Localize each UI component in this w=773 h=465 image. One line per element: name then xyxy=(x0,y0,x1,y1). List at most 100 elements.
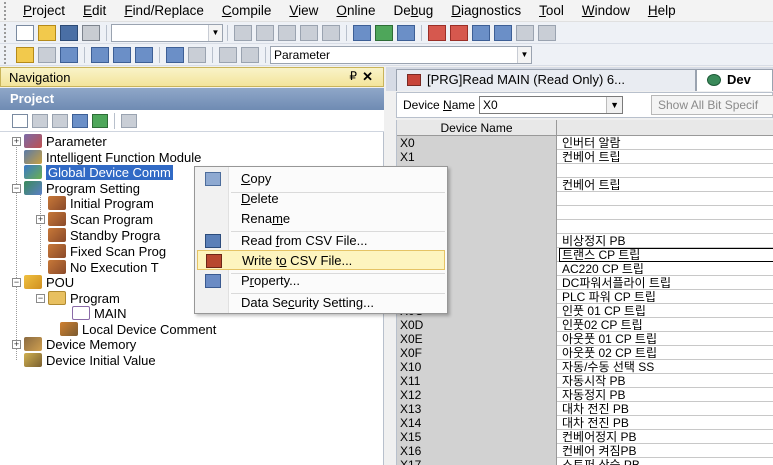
table-row[interactable]: X1 컨베어 트립 xyxy=(397,150,773,164)
tree-item-standby-program[interactable]: Standby Progra xyxy=(48,227,160,243)
comment-cell[interactable]: 인버터 알람 xyxy=(559,136,773,150)
tree-item-initial-program[interactable]: Initial Program xyxy=(48,195,154,211)
device-name-cell[interactable]: X1 xyxy=(397,150,557,164)
comment-cell[interactable]: DC파워서플라이 트립 xyxy=(559,276,773,290)
chevron-down-icon[interactable]: ▼ xyxy=(606,97,623,113)
menu-diagnostics[interactable]: Diagnostics xyxy=(442,0,530,22)
table-row[interactable]: X4 xyxy=(397,192,773,206)
chevron-down-icon[interactable]: ▼ xyxy=(517,46,531,63)
menu-item-rename[interactable]: Rename xyxy=(197,209,445,229)
column-header-device-name[interactable]: Device Name xyxy=(397,120,557,136)
menu-compile[interactable]: Compile xyxy=(213,0,281,22)
collapse-icon[interactable]: − xyxy=(12,183,21,193)
paste-data-icon[interactable] xyxy=(52,113,68,128)
tree-item-global-device-comment[interactable]: Global Device Comm xyxy=(24,164,173,180)
output-window-icon[interactable] xyxy=(60,46,78,63)
tree-item-program-setting[interactable]: − Program Setting xyxy=(12,180,140,196)
navigation-toggle-icon[interactable] xyxy=(16,46,34,63)
collapse-icon[interactable]: − xyxy=(12,277,21,287)
menu-debug[interactable]: Debug xyxy=(384,0,442,22)
pin-icon[interactable]: ₽ xyxy=(349,69,357,83)
comment-cell[interactable]: 비상정지 PB xyxy=(559,234,773,248)
table-row[interactable]: X0BPLC 파워 CP 트립 xyxy=(397,290,773,304)
new-file-icon[interactable] xyxy=(16,24,34,41)
comment-cell[interactable]: 대차 전진 PB xyxy=(559,416,773,430)
toolbar-combo[interactable]: ▼ xyxy=(111,23,223,42)
menu-help[interactable]: Help xyxy=(639,0,685,22)
table-row[interactable]: X13 대차 전진 PB xyxy=(397,402,773,416)
device-name-combo[interactable]: X0 ▼ xyxy=(479,96,624,114)
menu-view[interactable]: View xyxy=(280,0,327,22)
show-all-bit-specified-button[interactable]: Show All Bit Specif xyxy=(651,95,773,115)
tab-read-main[interactable]: [PRG]Read MAIN (Read Only) 6... xyxy=(396,69,696,91)
table-row[interactable]: X0F 아웃풋 02 CP 트립 xyxy=(397,346,773,360)
monitor-start-icon[interactable] xyxy=(428,24,446,41)
comment-cell[interactable] xyxy=(559,206,773,220)
comment-cell[interactable] xyxy=(559,192,773,206)
table-row[interactable]: X0D 인풋02 CP 트립 xyxy=(397,318,773,332)
search-combo[interactable]: Parameter ▼ xyxy=(270,45,532,64)
table-row[interactable]: X6 xyxy=(397,220,773,234)
tree-item-local-device-comment[interactable]: Local Device Comment xyxy=(60,321,216,337)
undo-icon[interactable] xyxy=(300,24,318,41)
table-row[interactable]: X0E 아웃풋 01 CP 트립 xyxy=(397,332,773,346)
refresh-icon[interactable] xyxy=(92,113,108,128)
copy-icon[interactable] xyxy=(256,24,274,41)
comment-cell[interactable]: PLC 파워 CP 트립 xyxy=(559,290,773,304)
menu-window[interactable]: Window xyxy=(573,0,639,22)
comment-cell[interactable]: 컨베어정지 PB xyxy=(559,430,773,444)
device-name-cell[interactable]: X0 xyxy=(397,136,557,150)
device-name-cell[interactable]: X10 xyxy=(397,360,557,374)
table-row[interactable]: X17 스토퍼 상승 PB xyxy=(397,458,773,465)
device-name-cell[interactable]: X13 xyxy=(397,402,557,416)
column-header-comment[interactable] xyxy=(557,120,773,136)
menu-item-data-security-setting[interactable]: Data Security Setting... xyxy=(197,293,445,313)
comment-cell[interactable]: 스토퍼 상승 PB xyxy=(559,458,773,465)
tab-device-comment[interactable]: Dev xyxy=(696,69,773,91)
menu-item-property[interactable]: Property... xyxy=(197,271,445,291)
device-name-cell[interactable]: X12 xyxy=(397,388,557,402)
table-row[interactable]: X7비상정지 PB xyxy=(397,234,773,248)
comment-cell[interactable]: 인풋02 CP 트립 xyxy=(559,318,773,332)
device-name-cell[interactable]: X11 xyxy=(397,374,557,388)
write-plc-icon[interactable] xyxy=(494,24,512,41)
table-row[interactable]: X3컨베어 트립 xyxy=(397,178,773,192)
read-plc-icon[interactable] xyxy=(472,24,490,41)
comment-cell[interactable]: 컨베어 트립 xyxy=(559,150,773,164)
menu-edit[interactable]: Edit xyxy=(74,0,115,22)
expand-icon[interactable]: + xyxy=(12,339,21,349)
device-name-cell[interactable]: X17 xyxy=(397,458,557,465)
open-folder-icon[interactable] xyxy=(38,24,56,41)
device-name-cell[interactable]: X0D xyxy=(397,318,557,332)
device-verify-icon[interactable] xyxy=(397,24,415,41)
save-icon[interactable] xyxy=(60,24,78,41)
tree-item-no-execution-type[interactable]: No Execution T xyxy=(48,259,159,275)
comment-cell[interactable]: 자동/수동 선택 SS xyxy=(559,360,773,374)
dev-icon-2[interactable] xyxy=(113,46,131,63)
comment-cell[interactable]: 인풋 01 CP 트립 xyxy=(559,304,773,318)
table-row[interactable]: X16 컨베어 켜짐PB xyxy=(397,444,773,458)
table-row[interactable]: X5 xyxy=(397,206,773,220)
filter-dropdown-icon[interactable] xyxy=(121,113,137,128)
tree-item-fixed-scan-program[interactable]: Fixed Scan Prog xyxy=(48,243,166,259)
element-selection-icon[interactable] xyxy=(38,46,56,63)
comment-cell[interactable]: 트랜스 CP 트립 xyxy=(559,248,773,262)
expand-icon[interactable]: + xyxy=(12,136,21,146)
close-icon[interactable]: ✕ xyxy=(362,69,373,85)
comment-cell[interactable]: 대차 전진 PB xyxy=(559,402,773,416)
comment-cell[interactable] xyxy=(559,164,773,178)
table-row[interactable]: X2 xyxy=(397,164,773,178)
dev-icon-1[interactable] xyxy=(91,46,109,63)
comment-cell[interactable]: 아웃풋 01 CP 트립 xyxy=(559,332,773,346)
tree-item-intelligent-function-module[interactable]: Intelligent Function Module xyxy=(24,149,201,165)
device-read-icon[interactable] xyxy=(353,24,371,41)
menu-project[interactable]: Project xyxy=(14,0,74,22)
table-row[interactable]: X15 컨베어정지 PB xyxy=(397,430,773,444)
comment-cell[interactable]: 컨베어 트립 xyxy=(559,178,773,192)
tool-icon-2[interactable] xyxy=(538,24,556,41)
table-row[interactable]: X11 자동시작 PB xyxy=(397,374,773,388)
new-data-icon[interactable] xyxy=(12,113,28,128)
device-name-cell[interactable]: X16 xyxy=(397,444,557,458)
comment-cell[interactable]: AC220 CP 트립 xyxy=(559,262,773,276)
device-name-cell[interactable]: X0F xyxy=(397,346,557,360)
